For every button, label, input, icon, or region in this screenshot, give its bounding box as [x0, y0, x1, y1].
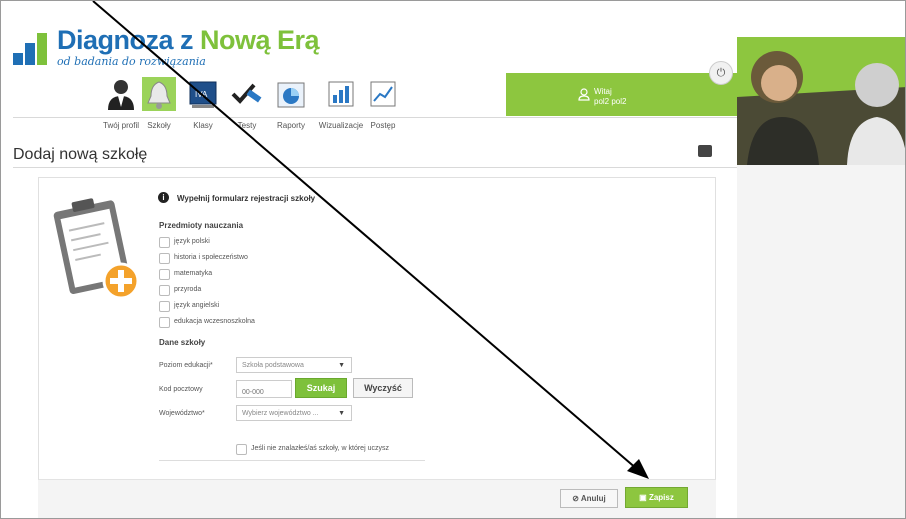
- user-icon: [108, 80, 134, 110]
- school-data-heading: Dane szkoły: [159, 338, 206, 347]
- right-gray-strip: [737, 165, 905, 518]
- clipboard-add-icon: [53, 198, 140, 300]
- subject-label: język angielski: [174, 302, 220, 309]
- chevron-down-icon: ▼: [338, 362, 345, 369]
- save-label: Zapisz: [648, 493, 674, 502]
- checkbox[interactable]: [159, 237, 170, 248]
- welcome-greeting: Witaj: [594, 87, 612, 96]
- page-title: Dodaj nową szkołę: [13, 146, 148, 163]
- brand-title: Diagnoza z Nową Erą: [57, 25, 320, 55]
- cancel-button[interactable]: ⊘ Anuluj: [560, 489, 618, 508]
- nav-item-profile[interactable]: Twój profil: [101, 77, 141, 130]
- subject-label: edukacja wczesnoszkolna: [174, 318, 255, 325]
- header-photo: [737, 37, 905, 165]
- checkbox[interactable]: [159, 301, 170, 312]
- clear-button[interactable]: Wyczyść: [353, 378, 413, 398]
- checkbox[interactable]: [159, 317, 170, 328]
- svg-text:IVA: IVA: [195, 90, 208, 99]
- students-photo-image: [737, 37, 905, 165]
- welcome-user[interactable]: Witaj pol2 pol2: [594, 87, 626, 107]
- education-level-value: Szkoła podstawowa: [242, 362, 304, 369]
- subject-label: historia i społeczeństwo: [174, 254, 248, 261]
- nav-item-tests[interactable]: Testy: [227, 77, 267, 130]
- brand-subtitle: od badania do rozwiązania: [57, 55, 206, 68]
- welcome-bar: Witaj pol2 pol2: [506, 73, 737, 116]
- nav-item-progress[interactable]: Postęp: [363, 77, 403, 130]
- checkbox[interactable]: [159, 269, 170, 280]
- education-level-label: Poziom edukacji*: [159, 362, 213, 369]
- nav-label-tests: Testy: [237, 121, 257, 130]
- not-found-label: Jeśli nie znalazłeś/aś szkoły, w której …: [251, 445, 389, 452]
- cancel-label: Anuluj: [580, 494, 606, 503]
- pie-chart-icon: [277, 82, 305, 108]
- form-info-text: Wypełnij formularz rejestracji szkoły: [177, 194, 316, 203]
- logo-bars-icon: [13, 29, 51, 65]
- nav-label-progress: Postęp: [370, 121, 396, 130]
- nav-label-reports: Raporty: [276, 121, 306, 130]
- divider: [13, 167, 737, 168]
- voivodeship-placeholder: Wybierz województwo ...: [242, 410, 319, 417]
- nav-item-reports[interactable]: Raporty: [271, 77, 311, 130]
- app-window: Diagnoza z Nową Erą od badania do rozwią…: [0, 0, 906, 519]
- nav-label-classes: Klasy: [193, 121, 213, 130]
- line-chart-icon: [370, 81, 396, 107]
- cancel-icon: ⊘: [572, 494, 579, 503]
- power-logout-icon[interactable]: ⏻: [709, 61, 733, 85]
- postal-code-input[interactable]: [237, 384, 291, 401]
- class-board-icon: IVA: [189, 81, 217, 108]
- divider: [159, 460, 425, 461]
- chevron-down-icon: ▼: [338, 410, 345, 417]
- search-button[interactable]: Szukaj: [295, 378, 347, 398]
- user-outline-icon: [578, 88, 590, 101]
- postal-code-label: Kod pocztowy: [159, 386, 203, 393]
- nav-item-visualizations[interactable]: Wizualizacje: [319, 77, 363, 130]
- check-pen-icon: [231, 83, 262, 104]
- subject-label: matematyka: [174, 270, 213, 277]
- save-button[interactable]: ▣ Zapisz: [625, 487, 688, 508]
- nav-item-schools[interactable]: Szkoły: [139, 77, 179, 130]
- nav-label-visualizations: Wizualizacje: [318, 121, 364, 130]
- divider: [13, 117, 737, 118]
- bell-icon: [142, 77, 176, 111]
- education-level-select[interactable]: Szkoła podstawowa ▼: [236, 357, 352, 373]
- save-disk-icon: ▣: [639, 493, 647, 502]
- nav-label-schools: Szkoły: [147, 121, 171, 130]
- info-icon: i: [158, 192, 169, 203]
- bar-chart-icon: [328, 81, 354, 107]
- archive-icon[interactable]: [698, 145, 712, 157]
- welcome-username: pol2 pol2: [594, 97, 627, 106]
- nav-item-classes[interactable]: IVA Klasy: [183, 77, 223, 130]
- voivodeship-select[interactable]: Wybierz województwo ... ▼: [236, 405, 352, 421]
- subject-label: język polski: [174, 238, 210, 245]
- subjects-heading: Przedmioty nauczania: [159, 221, 244, 230]
- nav-label-profile: Twój profil: [102, 121, 140, 130]
- checkbox[interactable]: [236, 444, 247, 455]
- checkbox[interactable]: [159, 253, 170, 264]
- subject-label: przyroda: [174, 286, 202, 293]
- postal-code-field[interactable]: [236, 380, 292, 401]
- voivodeship-label: Województwo*: [159, 410, 205, 417]
- checkbox[interactable]: [159, 285, 170, 296]
